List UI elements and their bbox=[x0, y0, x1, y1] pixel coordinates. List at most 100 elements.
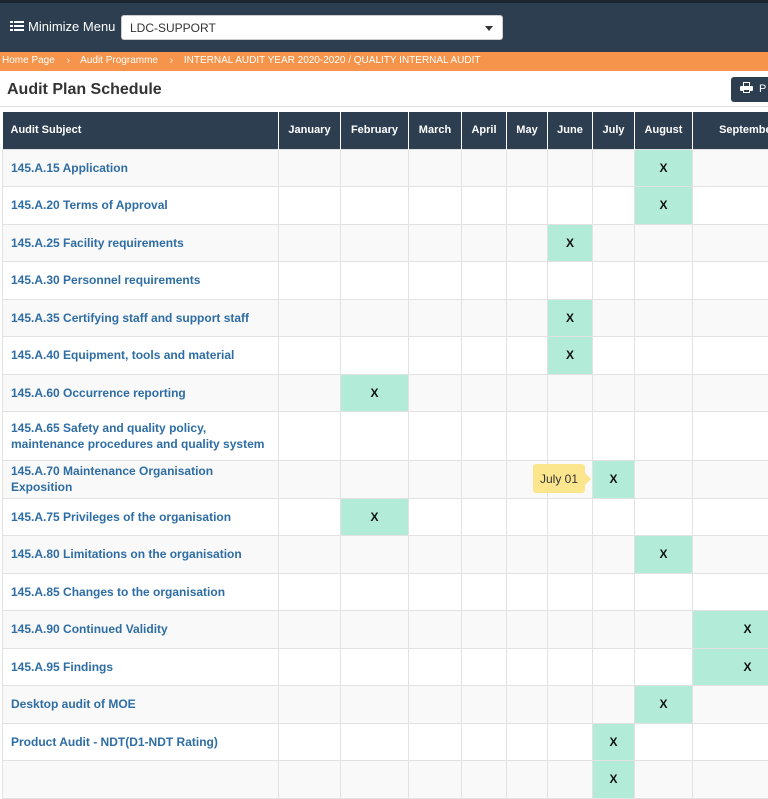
month-cell[interactable] bbox=[409, 412, 462, 461]
month-cell[interactable] bbox=[409, 374, 462, 412]
month-cell[interactable] bbox=[507, 498, 548, 536]
month-cell[interactable] bbox=[635, 299, 693, 337]
month-cell[interactable] bbox=[462, 498, 507, 536]
month-cell[interactable] bbox=[593, 611, 635, 649]
month-cell[interactable] bbox=[635, 723, 693, 761]
month-cell[interactable] bbox=[507, 686, 548, 724]
month-cell[interactable] bbox=[507, 149, 548, 187]
column-header-month[interactable]: April bbox=[462, 112, 507, 149]
month-cell[interactable] bbox=[341, 648, 409, 686]
month-cell[interactable] bbox=[279, 224, 341, 262]
column-header-month[interactable]: January bbox=[279, 112, 341, 149]
month-cell[interactable] bbox=[693, 498, 768, 536]
month-cell[interactable] bbox=[462, 224, 507, 262]
column-header-month[interactable]: February bbox=[341, 112, 409, 149]
month-cell[interactable] bbox=[593, 262, 635, 300]
month-cell[interactable] bbox=[507, 262, 548, 300]
month-cell[interactable] bbox=[409, 262, 462, 300]
month-cell[interactable] bbox=[462, 461, 507, 499]
month-cell[interactable] bbox=[548, 149, 593, 187]
month-cell[interactable] bbox=[593, 498, 635, 536]
scheduled-mark-cell[interactable]: X bbox=[548, 299, 593, 337]
scheduled-mark-cell[interactable]: X bbox=[635, 149, 693, 187]
month-cell[interactable] bbox=[409, 498, 462, 536]
audit-subject-link[interactable]: 145.A.70 Maintenance Organisation Exposi… bbox=[3, 461, 279, 499]
month-cell[interactable] bbox=[462, 761, 507, 799]
scheduled-mark-cell[interactable]: X bbox=[693, 611, 768, 649]
month-cell[interactable] bbox=[548, 573, 593, 611]
month-cell[interactable] bbox=[341, 461, 409, 499]
month-cell[interactable] bbox=[462, 648, 507, 686]
audit-subject-link[interactable] bbox=[3, 761, 279, 799]
month-cell[interactable] bbox=[341, 412, 409, 461]
month-cell[interactable] bbox=[507, 723, 548, 761]
month-cell[interactable] bbox=[409, 337, 462, 375]
organization-select[interactable]: LDC-SUPPORT bbox=[121, 15, 503, 40]
month-cell[interactable] bbox=[548, 498, 593, 536]
month-cell[interactable] bbox=[635, 337, 693, 375]
month-cell[interactable] bbox=[693, 224, 768, 262]
audit-subject-link[interactable]: Desktop audit of MOE bbox=[3, 686, 279, 724]
audit-subject-link[interactable]: 145.A.65 Safety and quality policy, main… bbox=[3, 412, 279, 461]
month-cell[interactable] bbox=[341, 611, 409, 649]
month-cell[interactable] bbox=[341, 573, 409, 611]
month-cell[interactable] bbox=[635, 498, 693, 536]
month-cell[interactable] bbox=[593, 337, 635, 375]
month-cell[interactable] bbox=[279, 611, 341, 649]
scheduled-mark-cell[interactable]: X bbox=[635, 536, 693, 574]
audit-subject-link[interactable]: 145.A.85 Changes to the organisation bbox=[3, 573, 279, 611]
month-cell[interactable] bbox=[462, 412, 507, 461]
audit-subject-link[interactable]: Product Audit - NDT(D1-NDT Rating) bbox=[3, 723, 279, 761]
month-cell[interactable] bbox=[341, 686, 409, 724]
month-cell[interactable] bbox=[409, 299, 462, 337]
month-cell[interactable] bbox=[279, 536, 341, 574]
month-cell[interactable] bbox=[635, 412, 693, 461]
month-cell[interactable] bbox=[279, 337, 341, 375]
month-cell[interactable] bbox=[693, 536, 768, 574]
minimize-menu-button[interactable]: Minimize Menu bbox=[10, 19, 115, 34]
month-cell[interactable] bbox=[462, 149, 507, 187]
month-cell[interactable] bbox=[462, 262, 507, 300]
month-cell[interactable] bbox=[507, 648, 548, 686]
month-cell[interactable] bbox=[593, 686, 635, 724]
month-cell[interactable] bbox=[462, 573, 507, 611]
month-cell[interactable] bbox=[635, 461, 693, 499]
month-cell[interactable] bbox=[507, 611, 548, 649]
month-cell[interactable] bbox=[693, 262, 768, 300]
print-button[interactable]: P bbox=[731, 77, 768, 102]
column-header-month[interactable]: June bbox=[548, 112, 593, 149]
month-cell[interactable] bbox=[507, 573, 548, 611]
month-cell[interactable] bbox=[593, 648, 635, 686]
month-cell[interactable] bbox=[548, 761, 593, 799]
month-cell[interactable] bbox=[409, 723, 462, 761]
month-cell[interactable] bbox=[279, 648, 341, 686]
column-header-subject[interactable]: Audit Subject bbox=[3, 112, 279, 149]
month-cell[interactable] bbox=[462, 686, 507, 724]
scheduled-mark-cell[interactable]: X bbox=[593, 461, 635, 499]
scheduled-mark-cell[interactable]: X bbox=[341, 374, 409, 412]
month-cell[interactable] bbox=[409, 686, 462, 724]
month-cell[interactable] bbox=[341, 536, 409, 574]
month-cell[interactable] bbox=[635, 573, 693, 611]
month-cell[interactable] bbox=[507, 412, 548, 461]
month-cell[interactable] bbox=[341, 262, 409, 300]
month-cell[interactable] bbox=[409, 187, 462, 225]
scheduled-mark-cell[interactable]: X bbox=[593, 723, 635, 761]
month-cell[interactable] bbox=[548, 262, 593, 300]
month-cell[interactable] bbox=[593, 299, 635, 337]
column-header-month[interactable]: March bbox=[409, 112, 462, 149]
column-header-month[interactable]: August bbox=[635, 112, 693, 149]
month-cell[interactable] bbox=[548, 686, 593, 724]
month-cell[interactable] bbox=[341, 224, 409, 262]
month-cell[interactable] bbox=[635, 262, 693, 300]
audit-subject-link[interactable]: 145.A.90 Continued Validity bbox=[3, 611, 279, 649]
audit-subject-link[interactable]: 145.A.25 Facility requirements bbox=[3, 224, 279, 262]
month-cell[interactable] bbox=[279, 723, 341, 761]
month-cell[interactable] bbox=[462, 536, 507, 574]
month-cell[interactable] bbox=[341, 761, 409, 799]
column-header-month[interactable]: September bbox=[693, 112, 768, 149]
month-cell[interactable] bbox=[341, 187, 409, 225]
month-cell[interactable] bbox=[341, 149, 409, 187]
month-cell[interactable] bbox=[341, 299, 409, 337]
month-cell[interactable] bbox=[409, 573, 462, 611]
